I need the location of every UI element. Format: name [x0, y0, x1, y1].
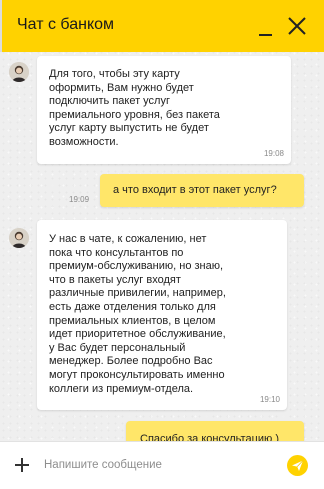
operator-avatar — [9, 62, 29, 82]
minimize-button[interactable] — [254, 16, 276, 38]
chat-window: Чат с банком Для того, чтобы эту карту о… — [0, 0, 324, 489]
message-time: 19:09 — [69, 195, 90, 204]
chat-header: Чат с банком — [0, 0, 324, 52]
attach-button[interactable] — [13, 456, 31, 474]
plus-icon — [15, 458, 29, 472]
send-icon — [292, 460, 304, 471]
operator-avatar — [9, 228, 29, 248]
message-input[interactable] — [44, 454, 274, 476]
message-list[interactable]: Для того, чтобы эту карту оформить, Вам … — [0, 52, 324, 441]
chat-title: Чат с банком — [17, 16, 115, 33]
close-button[interactable] — [286, 15, 308, 37]
message-text: У нас в чате, к сожалению, нет пока что … — [49, 233, 226, 395]
message-bubble-bank: У нас в чате, к сожалению, нет пока что … — [37, 220, 287, 410]
message-time: 19:08 — [263, 149, 284, 158]
message-time: 19:10 — [259, 395, 280, 404]
message-bubble-user: Спасибо за консультацию ) — [126, 421, 304, 441]
message-text: Спасибо за консультацию ) — [140, 433, 279, 441]
message-bubble-bank: Для того, чтобы эту карту оформить, Вам … — [37, 56, 291, 164]
close-icon — [288, 17, 306, 35]
message-text: Для того, чтобы эту карту оформить, Вам … — [49, 68, 220, 148]
minimize-icon — [259, 34, 272, 36]
message-bubble-user: а что входит в этот пакет услуг? — [100, 174, 304, 207]
message-text: а что входит в этот пакет услуг? — [113, 184, 277, 196]
message-composer — [0, 441, 324, 489]
send-button[interactable] — [287, 455, 308, 476]
